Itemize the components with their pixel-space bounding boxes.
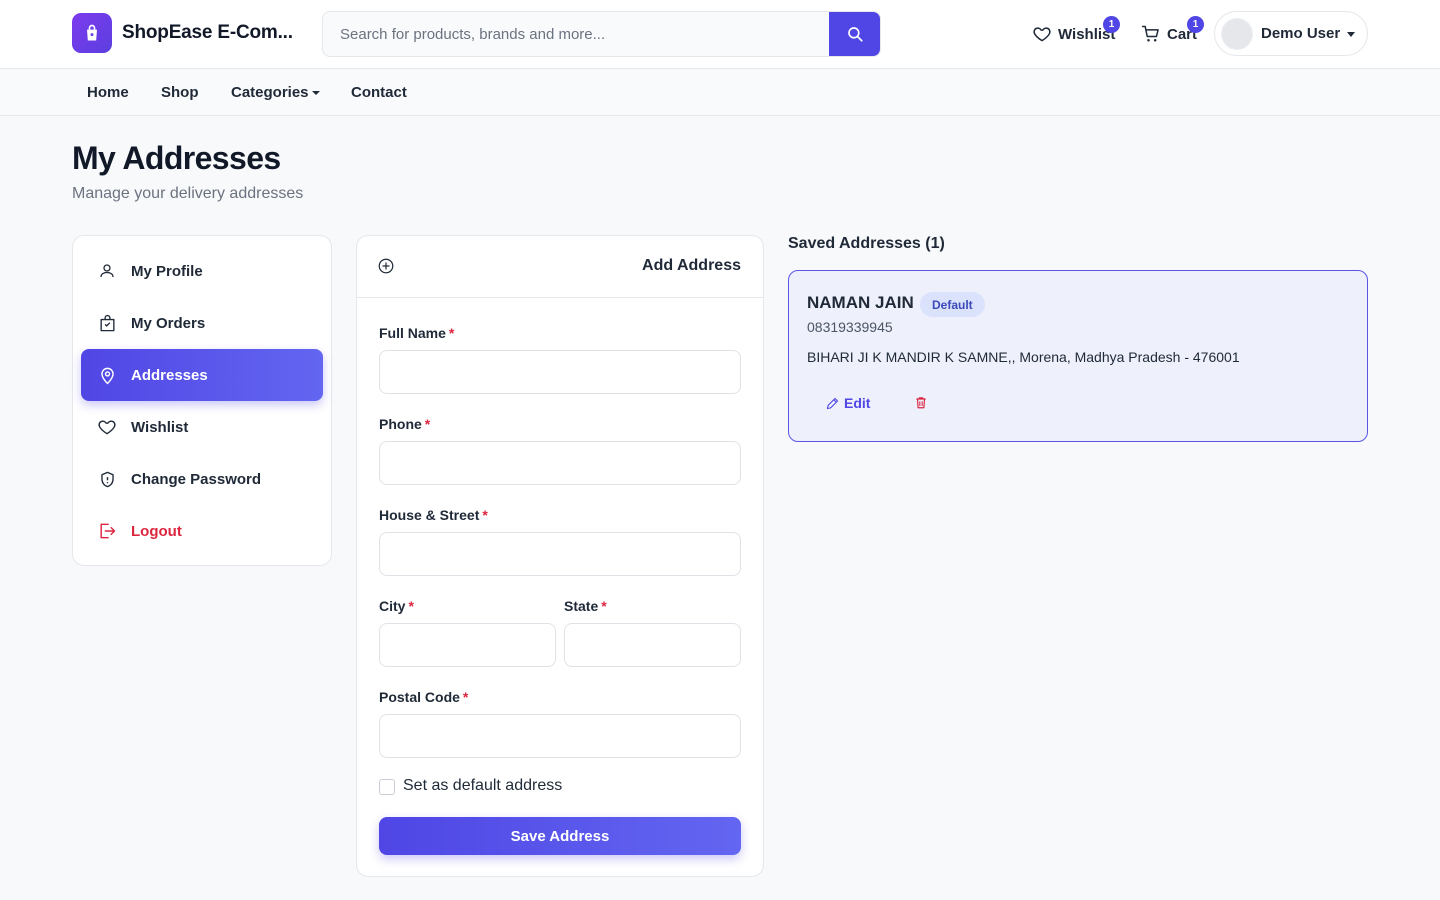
- required-mark: *: [424, 416, 431, 432]
- logout-icon: [97, 521, 117, 541]
- search-input[interactable]: [323, 12, 831, 56]
- page-subtitle: Manage your delivery addresses: [72, 185, 304, 202]
- full-name-input[interactable]: [379, 350, 741, 394]
- phone-label-text: Phone: [379, 416, 422, 432]
- cart-icon: [1141, 25, 1159, 42]
- required-mark: *: [408, 598, 414, 614]
- brand-name[interactable]: ShopEase E-Com...: [122, 22, 293, 44]
- postal-code-input[interactable]: [379, 714, 741, 758]
- sidebar-item-label: My Profile: [131, 262, 203, 280]
- street-input[interactable]: [379, 532, 741, 576]
- shopping-bag-logo-icon[interactable]: [72, 13, 112, 53]
- avatar: [1221, 18, 1253, 50]
- delete-address-button[interactable]: [914, 395, 928, 415]
- required-mark: *: [448, 325, 455, 341]
- main-nav: Home Shop Categories Contact: [0, 69, 1440, 116]
- default-address-label[interactable]: Set as default address: [403, 777, 562, 795]
- city-input[interactable]: [379, 623, 556, 667]
- account-sidebar: My Profile My Orders Addresses Wishlist …: [72, 235, 332, 566]
- postal-code-label: Postal Code *: [379, 689, 468, 705]
- address-card: NAMAN JAIN Default 08319339945 BIHARI JI…: [788, 270, 1368, 442]
- wishlist-count-badge: 1: [1103, 16, 1120, 33]
- search-bar: [322, 11, 881, 57]
- address-line: BIHARI JI K MANDIR K SAMNE,, Morena, Mad…: [807, 349, 1240, 365]
- nav-home[interactable]: Home: [87, 84, 129, 101]
- phone-input[interactable]: [379, 441, 741, 485]
- bag-icon: [97, 313, 117, 333]
- map-pin-icon: [97, 365, 117, 385]
- sidebar-item-logout[interactable]: Logout: [81, 505, 323, 557]
- caret-down-icon: [311, 91, 320, 96]
- state-label-text: State: [564, 598, 599, 614]
- sidebar-item-my-orders[interactable]: My Orders: [81, 297, 323, 349]
- address-name: NAMAN JAIN: [807, 293, 914, 312]
- chevron-down-icon: [1347, 32, 1355, 37]
- shield-icon: [97, 469, 117, 489]
- phone-label: Phone *: [379, 416, 430, 432]
- sidebar-item-label: My Orders: [131, 314, 206, 332]
- user-icon: [97, 261, 117, 281]
- state-label: State *: [564, 598, 607, 614]
- search-icon: [847, 27, 863, 42]
- save-address-button[interactable]: Save Address: [379, 817, 741, 855]
- default-badge: Default: [920, 292, 985, 317]
- required-mark: *: [601, 598, 607, 614]
- sidebar-item-label: Change Password: [131, 470, 262, 488]
- nav-shop[interactable]: Shop: [161, 84, 199, 101]
- default-address-checkbox[interactable]: [379, 779, 395, 795]
- address-phone: 08319339945: [807, 319, 893, 335]
- sidebar-item-change-password[interactable]: Change Password: [81, 453, 323, 505]
- full-name-label: Full Name *: [379, 325, 454, 341]
- full-name-label-text: Full Name: [379, 325, 446, 341]
- add-address-card: Add Address Full Name * Phone * House & St…: [356, 235, 764, 877]
- sidebar-item-wishlist[interactable]: Wishlist: [81, 401, 323, 453]
- street-label: House & Street *: [379, 507, 488, 523]
- cart-count-badge: 1: [1187, 16, 1204, 33]
- required-mark: *: [482, 507, 488, 523]
- heart-icon: [1033, 27, 1051, 42]
- trash-icon: [916, 397, 926, 409]
- sidebar-item-addresses[interactable]: Addresses: [81, 349, 323, 401]
- sidebar-item-label: Addresses: [131, 366, 208, 384]
- sidebar-item-label: Logout: [131, 522, 182, 540]
- pencil-icon: [826, 397, 839, 409]
- saved-addresses-title: Saved Addresses (1): [788, 235, 945, 252]
- user-menu-button[interactable]: Demo User: [1214, 11, 1368, 56]
- add-address-header: Add Address: [357, 236, 763, 298]
- edit-address-button[interactable]: Edit: [825, 395, 870, 411]
- page-title: My Addresses: [72, 140, 281, 176]
- heart-icon: [97, 417, 117, 437]
- required-mark: *: [462, 689, 469, 705]
- sidebar-item-my-profile[interactable]: My Profile: [81, 245, 323, 297]
- state-input[interactable]: [564, 623, 741, 667]
- top-header: ShopEase E-Com... Wishlist 1 Cart 1 Demo…: [0, 0, 1440, 69]
- street-label-text: House & Street: [379, 507, 480, 523]
- edit-label: Edit: [844, 395, 871, 411]
- search-button[interactable]: [829, 12, 880, 56]
- sidebar-item-label: Wishlist: [131, 418, 189, 436]
- add-address-title: Add Address: [642, 257, 741, 274]
- city-label: City *: [379, 598, 414, 614]
- nav-contact[interactable]: Contact: [351, 84, 407, 101]
- postal-code-label-text: Postal Code: [379, 689, 460, 705]
- nav-categories[interactable]: Categories: [231, 84, 320, 101]
- city-label-text: City: [379, 598, 406, 614]
- user-name: Demo User: [1261, 25, 1341, 42]
- plus-circle-icon: [377, 257, 395, 280]
- nav-categories-label: Categories: [231, 84, 309, 101]
